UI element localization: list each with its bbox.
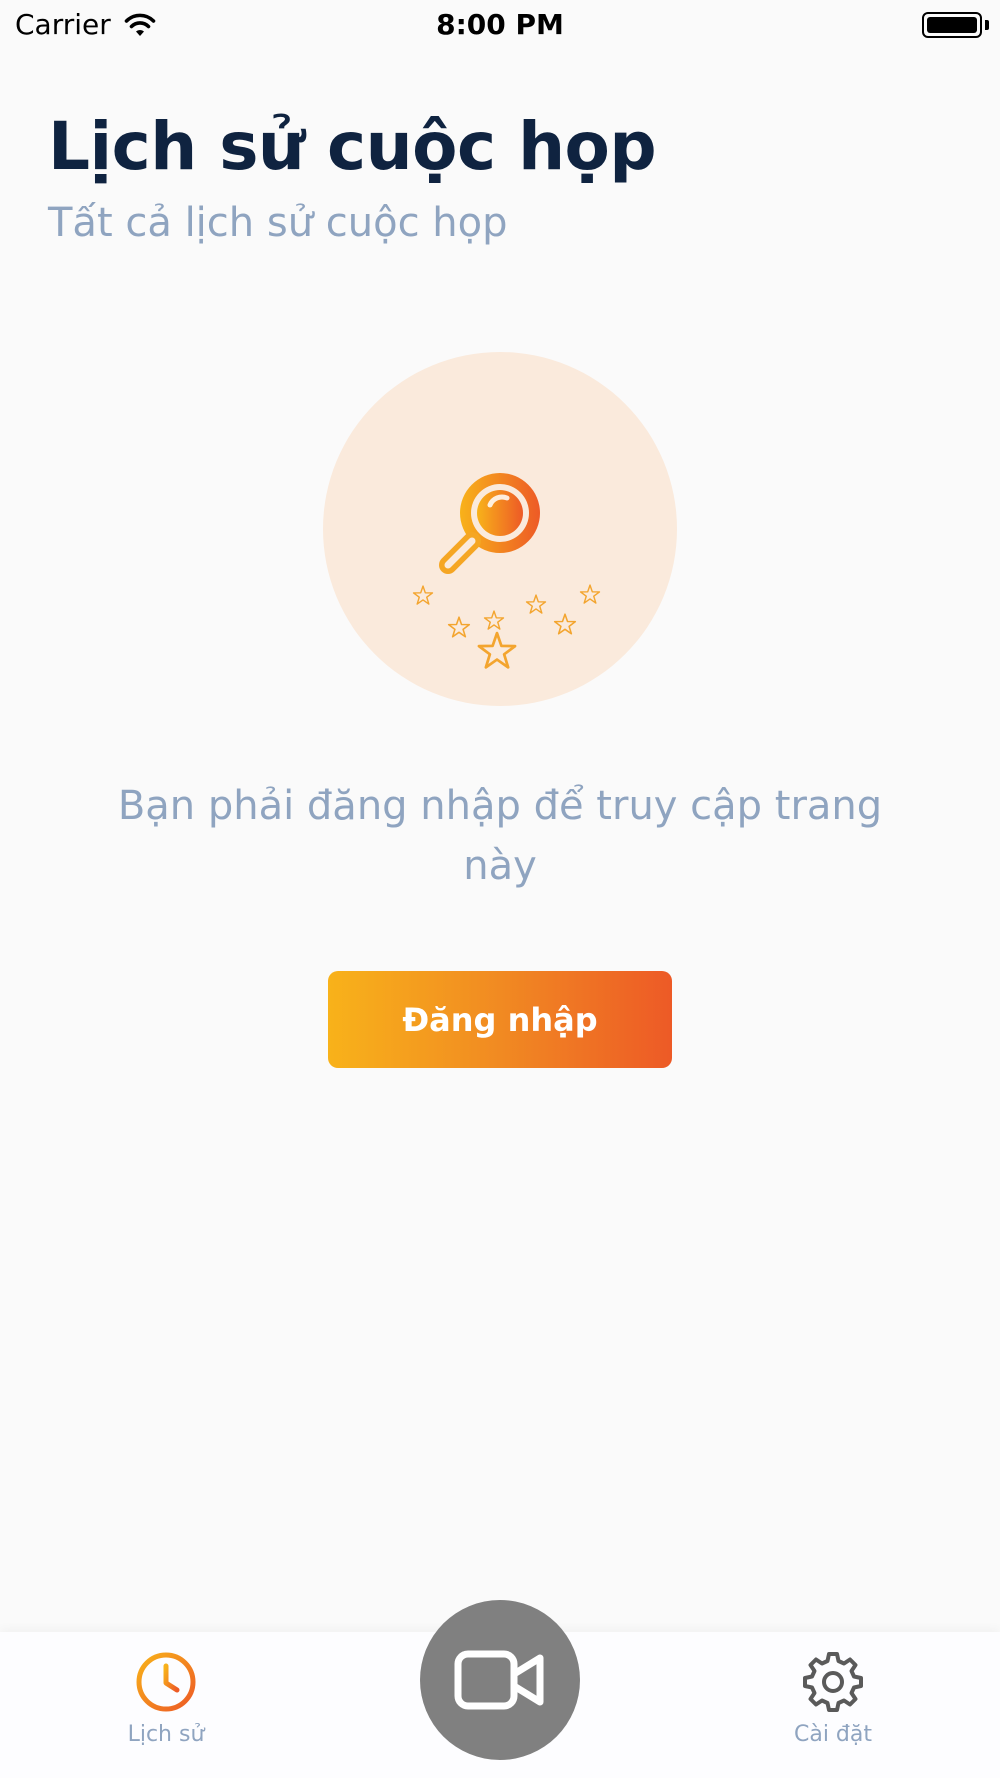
status-time: 8:00 PM (436, 8, 564, 41)
battery-icon (922, 12, 982, 38)
empty-state-illustration (323, 352, 677, 706)
login-required-message: Bạn phải đăng nhập để truy cập trang này (117, 783, 883, 889)
battery-cap (985, 20, 989, 30)
tab-settings-label: Cài đặt (793, 1722, 873, 1747)
login-button[interactable]: Đăng nhập (328, 971, 672, 1068)
new-meeting-button[interactable] (420, 1600, 580, 1760)
video-camera-icon (454, 1650, 544, 1710)
status-bar: Carrier 8:00 PM (0, 0, 1000, 50)
tab-history[interactable]: Lịch sử (66, 1650, 266, 1747)
clock-icon (136, 1652, 196, 1712)
screen: Carrier 8:00 PM Lịch sử cuộc họp Tất cả … (0, 0, 1000, 1778)
gear-icon (803, 1652, 863, 1712)
tab-history-label: Lịch sử (127, 1722, 205, 1747)
magnifier-stars-icon (412, 473, 601, 669)
page-title: Lịch sử cuộc họp (48, 108, 657, 185)
page-subtitle: Tất cả lịch sử cuộc họp (48, 200, 508, 246)
battery-level (927, 17, 977, 33)
tab-settings[interactable]: Cài đặt (733, 1650, 933, 1747)
